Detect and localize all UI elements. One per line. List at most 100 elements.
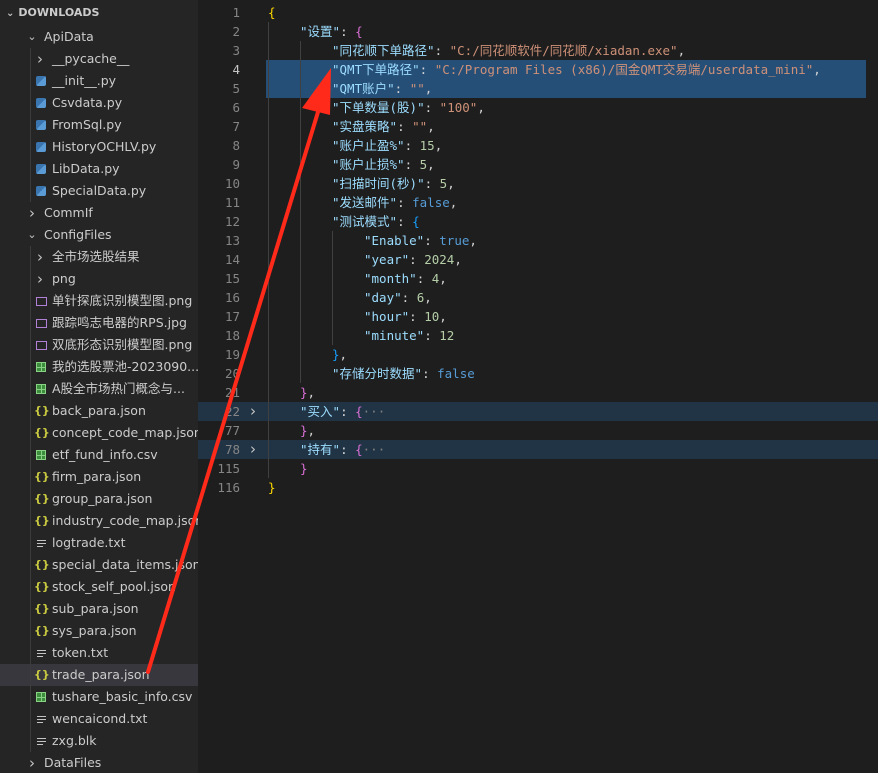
- code-line[interactable]: 22 › "买入": {···: [198, 402, 878, 421]
- tree-file[interactable]: {} sub_para.json: [0, 598, 198, 620]
- code-token: "账户止盈%": [332, 138, 405, 153]
- indent-guide: [30, 576, 31, 598]
- code-line[interactable]: 115}: [198, 459, 878, 478]
- code-token: :: [424, 100, 440, 115]
- indent-guide: [30, 444, 31, 466]
- line-number: 19: [224, 347, 240, 362]
- tree-file[interactable]: 我的选股票池-2023090...: [0, 356, 198, 378]
- indent-guide: [30, 378, 31, 400]
- tree-file[interactable]: SpecialData.py: [0, 180, 198, 202]
- tree-file[interactable]: HistoryOCHLV.py: [0, 136, 198, 158]
- tree-item-label: firm_para.json: [52, 469, 142, 484]
- tree-file[interactable]: {} concept_code_map.json: [0, 422, 198, 444]
- csv-file-icon: [34, 356, 48, 378]
- code-token: :: [424, 176, 440, 191]
- tree-folder[interactable]: ⌄ ConfigFiles: [0, 224, 198, 246]
- code-line[interactable]: 78 › "持有": {···: [198, 440, 878, 459]
- tree-file[interactable]: {} group_para.json: [0, 488, 198, 510]
- code-text: "同花顺下单路径": "C:/同花顺软件/同花顺/xiadan.exe",: [332, 41, 685, 60]
- code-token: :: [416, 271, 432, 286]
- tree-folder[interactable]: › DataFiles: [0, 752, 198, 773]
- tree-folder[interactable]: › CommIf: [0, 202, 198, 224]
- tree-file[interactable]: {} trade_para.json: [0, 664, 198, 686]
- code-line[interactable]: 21},: [198, 383, 878, 402]
- tree-folder[interactable]: › png: [0, 268, 198, 290]
- fold-chevron-icon[interactable]: ›: [250, 402, 256, 421]
- indent-guide: [268, 22, 269, 478]
- tree-file[interactable]: 双底形态识别模型图.png: [0, 334, 198, 356]
- code-token: :: [340, 24, 356, 39]
- code-text: "day": 6,: [364, 288, 432, 307]
- tree-file[interactable]: {} stock_self_pool.json: [0, 576, 198, 598]
- tree-file[interactable]: A股全市场热门概念与...: [0, 378, 198, 400]
- code-line[interactable]: 77},: [198, 421, 878, 440]
- code-line[interactable]: 2 "设置": {: [198, 22, 878, 41]
- code-token: "C:/Program Files (x86)/国金QMT交易端/userdat…: [434, 62, 814, 77]
- tree-file[interactable]: wencaicond.txt: [0, 708, 198, 730]
- json-file-icon: {}: [34, 624, 50, 637]
- code-token: :: [401, 290, 417, 305]
- tree-file[interactable]: zxg.blk: [0, 730, 198, 752]
- tree-file[interactable]: token.txt: [0, 642, 198, 664]
- indent-guide: [300, 41, 301, 383]
- tree-item-label: DataFiles: [44, 755, 102, 770]
- code-token: "QMT下单路径": [332, 62, 420, 77]
- tree-file[interactable]: tushare_basic_info.csv: [0, 686, 198, 708]
- tree-file[interactable]: 跟踪鸣志电器的RPS.jpg: [0, 312, 198, 334]
- code-text: "测试模式": {: [332, 212, 420, 231]
- tree-folder[interactable]: ⌄ ApiData: [0, 26, 198, 48]
- code-text: "持有": {···: [300, 440, 385, 459]
- line-number: 3: [232, 43, 240, 58]
- line-number: 10: [224, 176, 240, 191]
- indent-guide: [30, 92, 31, 114]
- code-editor[interactable]: 1{2 "设置": { 3 "同花顺下单路径": "C:/同花顺软件/同花顺/xiad…: [198, 0, 878, 773]
- tree-file[interactable]: Csvdata.py: [0, 92, 198, 114]
- tree-file[interactable]: logtrade.txt: [0, 532, 198, 554]
- tree-folder[interactable]: › 全市场选股结果: [0, 246, 198, 268]
- code-line[interactable]: 1{: [198, 3, 878, 22]
- code-token: 15: [419, 138, 435, 153]
- indent-guide: [30, 488, 31, 510]
- tree-file[interactable]: 单针探底识别模型图.png: [0, 290, 198, 312]
- code-line[interactable]: 116}: [198, 478, 878, 497]
- code-token: "C:/同花顺软件/同花顺/xiadan.exe": [449, 43, 678, 58]
- code-token: "测试模式": [332, 214, 398, 229]
- indent-guide: [30, 400, 31, 422]
- indent-guide: [30, 70, 31, 92]
- explorer-section-header[interactable]: ⌄ DOWNLOADS: [0, 0, 198, 26]
- indent-guide: [30, 510, 31, 532]
- json-file-icon: {}: [34, 426, 50, 439]
- tree-file[interactable]: {} back_para.json: [0, 400, 198, 422]
- tree-file[interactable]: etf_fund_info.csv: [0, 444, 198, 466]
- code-token: "下单数量(股)": [332, 100, 425, 115]
- tree-file[interactable]: {} firm_para.json: [0, 466, 198, 488]
- python-file-icon: [34, 180, 48, 202]
- code-token: {: [412, 214, 420, 229]
- code-line[interactable]: 4 "QMT下单路径": "C:/Program Files (x86)/国金QM…: [232, 60, 866, 79]
- tree-file[interactable]: FromSql.py: [0, 114, 198, 136]
- code-line[interactable]: 5 "QMT账户": "",: [232, 79, 866, 98]
- code-text: "QMT账户": "",: [332, 79, 432, 98]
- code-token: "存储分时数据": [332, 366, 423, 381]
- tree-folder[interactable]: › __pycache__: [0, 48, 198, 70]
- tree-file[interactable]: __init__.py: [0, 70, 198, 92]
- fold-chevron-icon[interactable]: ›: [250, 440, 256, 459]
- json-file-icon: {}: [34, 668, 50, 681]
- explorer-sidebar: ⌄ DOWNLOADS ⌄ ApiData › __pycache__ __init__.…: [0, 0, 198, 773]
- tree-item-label: 全市场选股结果: [52, 249, 140, 264]
- tree-file[interactable]: {} special_data_items.json: [0, 554, 198, 576]
- code-token: ,: [813, 62, 821, 77]
- tree-item-label: trade_para.json: [52, 667, 150, 682]
- tree-file[interactable]: LibData.py: [0, 158, 198, 180]
- code-token: "": [412, 119, 428, 134]
- python-file-icon: [34, 92, 48, 114]
- code-text: "year": 2024,: [364, 250, 462, 269]
- code-token: ,: [454, 252, 462, 267]
- indent-guide: [30, 532, 31, 554]
- tree-item-label: SpecialData.py: [52, 183, 147, 198]
- chevron-right-icon: ›: [37, 50, 43, 68]
- tree-file[interactable]: {} industry_code_map.json: [0, 510, 198, 532]
- tree-file[interactable]: {} sys_para.json: [0, 620, 198, 642]
- indent-guide: [30, 686, 31, 708]
- code-token: "同花顺下单路径": [332, 43, 435, 58]
